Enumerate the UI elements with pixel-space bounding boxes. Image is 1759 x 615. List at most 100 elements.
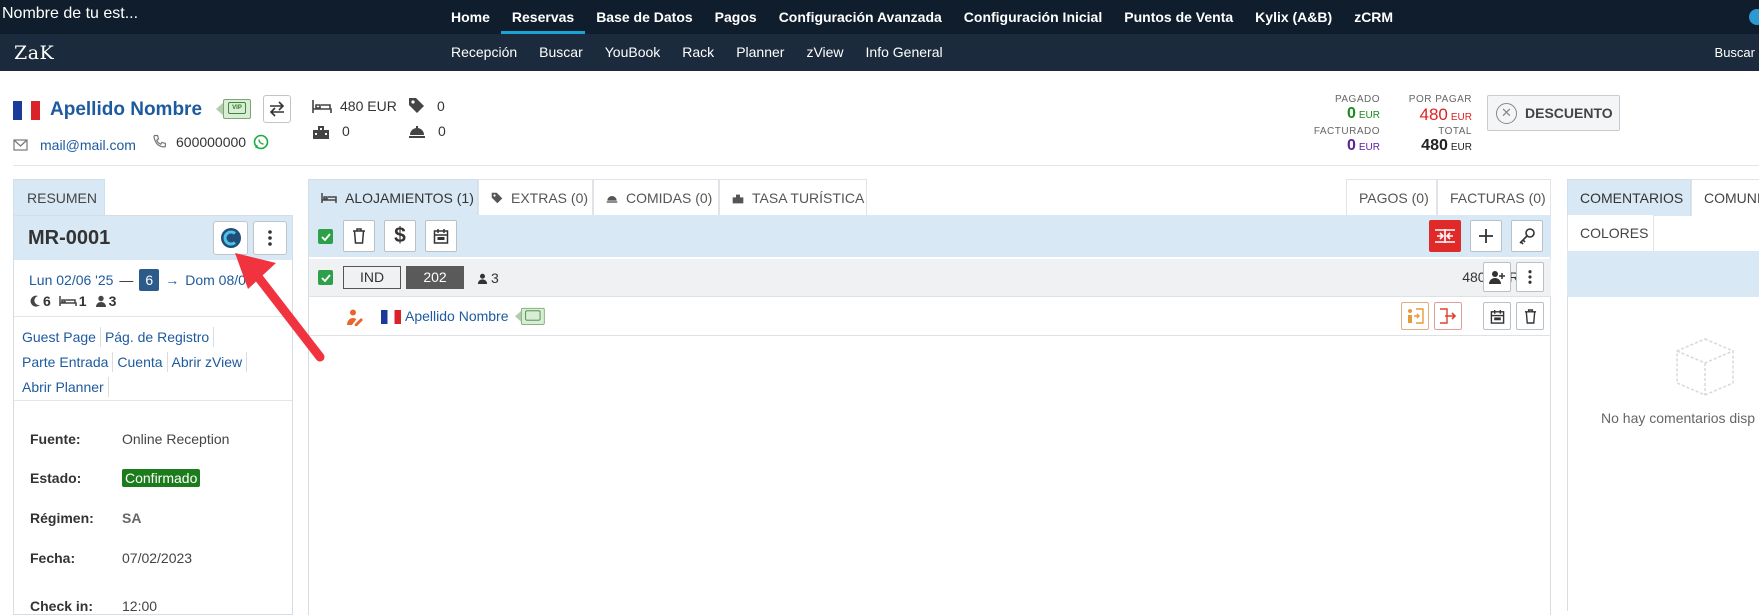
guest-name[interactable]: Apellido Nombre (50, 99, 202, 121)
field-estado: Estado: Confirmado (30, 469, 201, 487)
tab-facturas[interactable]: FACTURAS (0) (1437, 179, 1551, 216)
link-cuenta[interactable]: Cuenta (113, 351, 168, 372)
tab-comidas[interactable]: COMIDAS (0) (593, 179, 719, 216)
field-fuente-key: Fuente: (30, 431, 81, 447)
room-number[interactable]: 202 (406, 266, 464, 289)
user-avatar-icon[interactable] (1749, 9, 1759, 25)
phone-icon (153, 134, 166, 148)
checkin-guest-button[interactable] (1401, 302, 1429, 330)
guest-edit-icon[interactable] (346, 308, 364, 331)
tab-comentarios[interactable]: COMENTARIOS (1567, 179, 1691, 216)
tab-tasa-turistica-label: TASA TURÍSTICA (752, 189, 865, 206)
subnav-buscar[interactable]: Buscar (528, 34, 594, 71)
link-parte-entrada[interactable]: Parte Entrada (18, 351, 114, 372)
price-button[interactable]: $ (384, 220, 416, 252)
add-room-button[interactable] (1470, 220, 1502, 252)
vip-tag-icon: VIP (216, 98, 252, 120)
pax-name[interactable]: Apellido Nombre (405, 308, 509, 324)
room-row: IND 202 3 480 EUR (309, 259, 1551, 297)
select-all-checkbox[interactable] (318, 229, 333, 244)
tab-tasa-turistica[interactable]: TASA TURÍSTICA (719, 179, 867, 216)
bed-icon (312, 99, 332, 113)
dollar-icon: $ (394, 224, 406, 247)
subnav-zview[interactable]: zView (795, 34, 854, 71)
link-pag-registro[interactable]: Pág. de Registro (101, 326, 215, 347)
delete-selected-button[interactable] (343, 220, 375, 252)
whatsapp-icon (253, 134, 269, 150)
bed-icon (321, 193, 337, 203)
check-icon (320, 232, 331, 241)
building-icon (313, 126, 329, 139)
top-navbar: Nombre de tu est... Home Reservas Base d… (0, 0, 1759, 34)
nav-reservas[interactable]: Reservas (500, 0, 586, 34)
nav-configuracion-inicial[interactable]: Configuración Inicial (953, 0, 1113, 34)
guest-email[interactable]: mail@mail.com (40, 137, 136, 153)
no-comments-text: No hay comentarios disp (1601, 410, 1756, 426)
accommodations-toolbar: $ (309, 215, 1551, 257)
nav-configuracion-avanzada[interactable]: Configuración Avanzada (768, 0, 953, 34)
field-fecha-key: Fecha: (30, 550, 76, 566)
room-type[interactable]: IND (343, 266, 401, 289)
vip-tag-label: VIP (228, 102, 246, 114)
subnav-rack[interactable]: Rack (671, 34, 725, 71)
link-abrir-planner[interactable]: Abrir Planner (18, 376, 109, 397)
field-checkin-key: Check in: (30, 598, 94, 614)
zak-logo[interactable]: ZaK (14, 42, 54, 64)
nav-home[interactable]: Home (440, 0, 501, 34)
search-link[interactable]: Buscar (1715, 34, 1759, 71)
empty-box-icon (1674, 337, 1736, 402)
tab-alojamientos[interactable]: ALOJAMIENTOS (1) (308, 179, 478, 216)
checkin-date[interactable]: Lun 02/06 '25 (29, 272, 113, 288)
stay-dates: Lun 02/06 '25 — 6 → Dom 08/06 (29, 269, 254, 291)
building-icon (732, 194, 744, 204)
status-badge: Confirmado (122, 469, 201, 487)
subnav-recepcion[interactable]: Recepción (440, 34, 528, 71)
tag-icon (409, 98, 424, 113)
por-pagar-amount: 480 (1419, 105, 1448, 124)
tab-colores[interactable]: COLORES (1567, 215, 1654, 252)
field-checkin: Check in: 12:00 (30, 598, 157, 614)
total-currency: EUR (1450, 142, 1472, 153)
person-icon (95, 295, 106, 307)
add-person-icon (1489, 271, 1505, 284)
room-options-button[interactable] (1516, 262, 1544, 292)
property-name[interactable]: Nombre de tu est... (2, 5, 138, 23)
service-stat: 0 (408, 123, 446, 139)
pagado-currency: EUR (1358, 110, 1380, 121)
swap-guest-button[interactable] (263, 95, 291, 123)
guest-calendar-button[interactable] (1483, 302, 1511, 330)
subnav-planner[interactable]: Planner (725, 34, 795, 71)
nav-kylix[interactable]: Kylix (A&B) (1244, 0, 1343, 34)
guests-count: 3 (95, 293, 117, 309)
nav-base-de-datos[interactable]: Base de Datos (585, 0, 703, 34)
link-guest-page[interactable]: Guest Page (18, 326, 101, 347)
annotation-arrow-icon (235, 253, 325, 362)
discount-button[interactable]: ✕ DESCUENTO (1487, 95, 1620, 131)
plus-icon (1479, 229, 1493, 243)
tab-resumen[interactable]: RESUMEN (13, 179, 105, 216)
tags-stat: 0 (408, 97, 445, 114)
subnav-info-general[interactable]: Info General (855, 34, 954, 71)
guest-phone[interactable]: 600000000 (176, 134, 246, 150)
facturado-amount: 0 (1346, 137, 1356, 154)
calendar-button[interactable] (425, 220, 457, 252)
guests-count-value: 3 (108, 293, 117, 309)
vip-tag-icon (515, 307, 546, 326)
comments-toolbar (1567, 251, 1759, 297)
nav-zcrm[interactable]: zCRM (1343, 0, 1404, 34)
subnav-youbook[interactable]: YouBook (594, 34, 672, 71)
key-button[interactable] (1511, 220, 1543, 252)
field-regimen-value: SA (122, 510, 142, 526)
split-stay-button[interactable] (1429, 220, 1461, 252)
nav-pagos[interactable]: Pagos (704, 0, 768, 34)
pagado-label: PAGADO (1334, 94, 1380, 105)
add-guest-button[interactable] (1483, 262, 1511, 292)
sub-navbar: ZaK Recepción Buscar YouBook Rack Planne… (0, 34, 1759, 71)
nav-puntos-de-venta[interactable]: Puntos de Venta (1113, 0, 1244, 34)
field-checkin-value: 12:00 (122, 598, 158, 614)
tab-extras[interactable]: EXTRAS (0) (478, 179, 593, 216)
delete-guest-button[interactable] (1516, 302, 1544, 330)
checkout-guest-button[interactable] (1434, 302, 1462, 330)
tab-pagos[interactable]: PAGOS (0) (1346, 179, 1437, 216)
tab-comunicaciones[interactable]: COMUNI (1691, 179, 1759, 216)
